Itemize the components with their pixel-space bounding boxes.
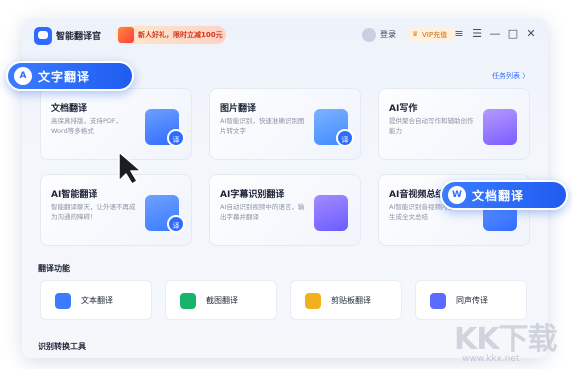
clipboard-translate-icon bbox=[305, 293, 321, 309]
maximize-button[interactable]: □ bbox=[506, 26, 520, 42]
text-translate-icon bbox=[55, 293, 71, 309]
tool-label: 同声传译 bbox=[456, 296, 488, 305]
card-desc: AI自动识别视频中的语言，输出字幕并翻译 bbox=[220, 203, 305, 221]
card-desc: 提供聚合自动写作和辅助创作能力 bbox=[389, 117, 474, 135]
text-translate-badge-icon: A bbox=[14, 67, 32, 85]
card-title: 文档翻译 bbox=[51, 104, 88, 114]
mouse-cursor-icon bbox=[118, 151, 142, 185]
tool-label: 文本翻译 bbox=[81, 296, 113, 305]
watermark-url: www.kkx.net bbox=[462, 354, 520, 364]
card-desc: AI智能识别，快速准确识别图片转文字 bbox=[220, 117, 305, 135]
card-desc: 高保真排版，支持PDF，Word等多格式 bbox=[51, 117, 123, 135]
settings-icon[interactable]: ≡ bbox=[452, 26, 466, 42]
section-title-recognize: 识别转换工具 bbox=[38, 342, 86, 351]
section-title-translate: 翻译功能 bbox=[38, 264, 70, 273]
watermark-logo-text: KK下载 bbox=[454, 322, 557, 357]
tool-text-translate[interactable]: 文本翻译 bbox=[40, 280, 152, 320]
tool-label: 剪贴板翻译 bbox=[331, 296, 371, 305]
writing-pen-icon bbox=[483, 109, 517, 145]
app-name: 智能翻译官 bbox=[56, 32, 102, 42]
minimize-button[interactable]: — bbox=[488, 26, 502, 42]
task-list-link[interactable]: 任务列表 〉 bbox=[492, 71, 529, 81]
screenshot-translate-icon bbox=[180, 293, 196, 309]
vip-label: VIP充值 bbox=[422, 31, 448, 39]
video-camera-icon bbox=[314, 195, 348, 231]
promo-banner[interactable]: 新人好礼，限时立减100元 bbox=[116, 26, 226, 44]
tool-screenshot-translate[interactable]: 截图翻译 bbox=[165, 280, 277, 320]
translate-badge-icon: 译 bbox=[336, 129, 354, 147]
promo-text: 新人好礼，限时立减100元 bbox=[138, 31, 223, 39]
card-title: AI写作 bbox=[389, 104, 418, 114]
overlay-badge-label: 文档翻译 bbox=[472, 189, 525, 203]
card-image-translate[interactable]: 图片翻译 AI智能识别，快速准确识别图片转文字 译 bbox=[209, 88, 361, 160]
watermark: KK下载 www.kkx.net bbox=[444, 312, 572, 369]
crown-icon: ♛ bbox=[412, 30, 419, 38]
close-button[interactable]: ✕ bbox=[524, 26, 538, 42]
menu-icon[interactable]: ☰ bbox=[470, 26, 484, 42]
card-title: AI字幕识别翻译 bbox=[220, 190, 285, 200]
overlay-badge-text-translate: A 文字翻译 bbox=[6, 61, 134, 91]
card-desc: 智能翻译聊天，让外语不再成为沟通的障碍！ bbox=[51, 203, 136, 221]
tool-label: 截图翻译 bbox=[206, 296, 238, 305]
overlay-badge-document-translate: W 文档翻译 bbox=[440, 180, 568, 210]
avatar[interactable] bbox=[362, 28, 376, 42]
overlay-badge-label: 文字翻译 bbox=[38, 70, 91, 84]
card-ai-writing[interactable]: AI写作 提供聚合自动写作和辅助创作能力 bbox=[378, 88, 530, 160]
document-translate-badge-icon: W bbox=[448, 186, 466, 204]
login-button[interactable]: 登录 bbox=[380, 29, 396, 40]
tool-clipboard-translate[interactable]: 剪贴板翻译 bbox=[290, 280, 402, 320]
vip-recharge-button[interactable]: ♛ VIP充值 bbox=[408, 27, 456, 42]
card-title: 图片翻译 bbox=[220, 104, 257, 114]
title-bar: 智能翻译官 新人好礼，限时立减100元 登录 ♛ VIP充值 ≡ ☰ — □ ✕ bbox=[22, 18, 548, 54]
simultaneous-interpretation-icon bbox=[430, 293, 446, 309]
translate-badge-icon: 译 bbox=[167, 215, 185, 233]
card-title: AI音视频总结 bbox=[389, 190, 445, 200]
card-ai-subtitle-translate[interactable]: AI字幕识别翻译 AI自动识别视频中的语言，输出字幕并翻译 bbox=[209, 174, 361, 246]
app-logo-icon bbox=[34, 27, 52, 45]
translate-badge-icon: 译 bbox=[167, 129, 185, 147]
card-title: AI智能翻译 bbox=[51, 190, 98, 200]
gift-icon bbox=[118, 27, 134, 43]
